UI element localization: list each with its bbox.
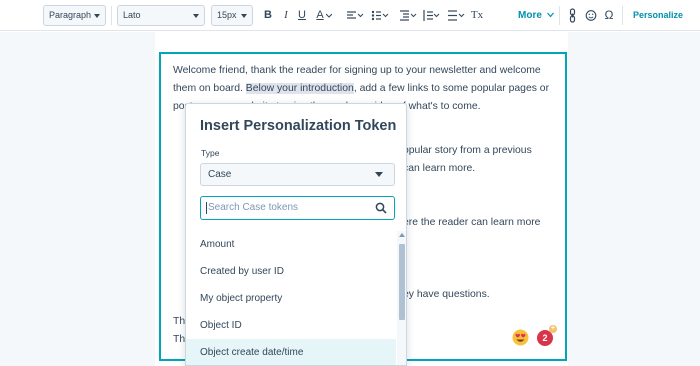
toolbar-divider — [622, 6, 623, 25]
font-family-select[interactable]: Lato — [117, 5, 205, 26]
heart-eyes-emoji-icon[interactable] — [512, 329, 529, 346]
chevron-down-icon — [193, 14, 199, 18]
link-icon — [569, 8, 576, 23]
more-label: More — [518, 10, 542, 21]
align-left-icon — [347, 11, 364, 19]
font-size-value: 15px — [217, 10, 237, 20]
special-character-button[interactable]: Ω — [603, 6, 615, 25]
personalization-token-dialog: Insert Personalization Token Type Case S… — [185, 103, 407, 366]
toolbar-divider — [559, 6, 560, 25]
toolbar-divider — [111, 6, 112, 25]
scroll-up-icon[interactable] — [399, 233, 405, 237]
search-icon — [375, 202, 387, 214]
body-text-line: them on board. Below your introduction, … — [173, 83, 550, 94]
indent-button[interactable] — [399, 6, 417, 25]
body-text-line: ey have questions. — [403, 289, 490, 300]
emoji-button[interactable] — [585, 6, 597, 25]
token-search-input[interactable]: Search Case tokens — [200, 196, 395, 220]
font-size-select[interactable]: 15px — [211, 5, 253, 26]
body-text-line: ere the reader can learn more — [403, 217, 541, 228]
line-height-icon — [423, 10, 440, 21]
body-text-line: Th — [173, 334, 186, 345]
body-text-line: Welcome friend, thank the reader for sig… — [173, 65, 541, 76]
spacing-icon — [448, 10, 465, 21]
editor-toolbar: Paragraph Lato 15px B I U A Tx More Ω Pe… — [0, 0, 700, 31]
token-item-created-by-user-id[interactable]: Created by user ID — [186, 258, 396, 285]
font-family-value: Lato — [123, 10, 141, 20]
more-menu-button[interactable]: More — [518, 6, 554, 25]
type-select-value: Case — [208, 169, 232, 180]
bold-button[interactable]: B — [262, 6, 274, 25]
body-text-line: can learn more. — [403, 163, 476, 174]
dialog-title: Insert Personalization Token — [200, 118, 397, 134]
omega-icon: Ω — [604, 8, 614, 22]
chevron-down-icon — [94, 14, 100, 18]
chevron-down-icon[interactable] — [326, 6, 332, 25]
underline-button[interactable]: U — [296, 6, 308, 25]
token-item-object-create-date[interactable]: Object create date/time — [186, 339, 396, 365]
token-item-object-id[interactable]: Object ID — [186, 312, 396, 339]
chevron-down-icon — [546, 12, 554, 18]
smiley-icon — [585, 10, 597, 21]
selected-text[interactable]: Below your introduction — [245, 83, 354, 94]
paragraph-spacing-button[interactable] — [447, 6, 465, 25]
scrollbar-thumb[interactable] — [399, 244, 405, 320]
chevron-down-icon — [241, 14, 247, 18]
text-cursor — [206, 202, 207, 214]
italic-button[interactable]: I — [280, 6, 292, 25]
plus-icon: + — [549, 325, 557, 333]
body-text-line: opular story from a previous — [403, 145, 532, 156]
bulleted-list-icon — [371, 10, 389, 21]
clear-formatting-button[interactable]: Tx — [470, 6, 484, 25]
clear-formatting-icon: Tx — [470, 9, 484, 21]
body-text-line: Th — [173, 316, 186, 327]
text-color-button[interactable]: A — [314, 6, 326, 25]
token-item-my-object-property[interactable]: My object property — [186, 285, 396, 312]
line-height-button[interactable] — [422, 6, 440, 25]
caret-down-icon — [375, 172, 383, 177]
token-list: Amount Created by user ID My object prop… — [186, 231, 406, 365]
search-placeholder: Search Case tokens — [208, 202, 299, 213]
paragraph-style-select[interactable]: Paragraph — [43, 5, 106, 26]
token-item-amount[interactable]: Amount — [186, 231, 396, 258]
personalize-button[interactable]: Personalize — [633, 6, 683, 25]
align-button[interactable] — [346, 6, 364, 25]
paragraph-style-value: Paragraph — [49, 10, 92, 20]
bulleted-list-button[interactable] — [371, 6, 389, 25]
link-button[interactable] — [568, 6, 578, 25]
indent-icon — [400, 10, 417, 21]
type-select[interactable]: Case — [200, 163, 395, 186]
type-label: Type — [201, 148, 220, 158]
